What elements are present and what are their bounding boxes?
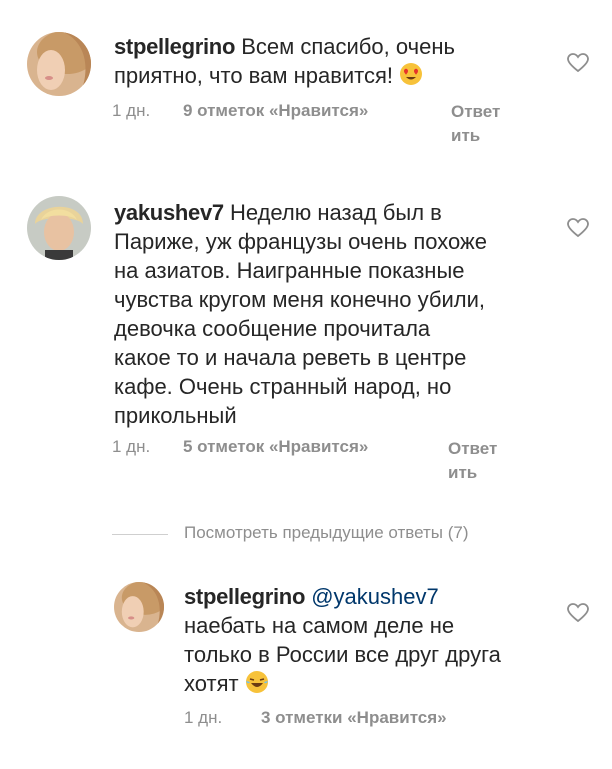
comment-meta: 1 дн. 9 отметок «Нравится» bbox=[112, 101, 368, 121]
reply-button[interactable]: Ответ ить bbox=[448, 437, 518, 485]
likes-count[interactable]: 5 отметок «Нравится» bbox=[183, 437, 368, 456]
comment-line: Всем спасибо, очень bbox=[241, 34, 455, 59]
comment-line: только в России все друг друга bbox=[184, 642, 501, 667]
laughing-tears-emoji bbox=[245, 670, 269, 701]
comment-line: Неделю назад был в bbox=[229, 200, 442, 225]
like-heart-icon[interactable] bbox=[567, 53, 589, 73]
comment-line: наебать на самом деле не bbox=[184, 613, 455, 638]
comment-text: stpellegrino Всем спасибо, очень приятно… bbox=[114, 32, 534, 93]
view-previous-replies-button[interactable]: Посмотреть предыдущие ответы (7) bbox=[184, 523, 469, 543]
reply-stpellegrino: stpellegrino @yakushev7 наебать на самом… bbox=[0, 570, 612, 769]
username[interactable]: yakushev7 bbox=[114, 200, 224, 225]
reply-meta: 1 дн. 3 отметки «Нравится» bbox=[184, 708, 447, 728]
reply-button[interactable]: Ответ ить bbox=[451, 100, 521, 148]
heart-eyes-emoji bbox=[399, 62, 423, 93]
comment-stpellegrino: stpellegrino Всем спасибо, очень приятно… bbox=[0, 0, 612, 170]
avatar[interactable] bbox=[27, 32, 91, 96]
mention-link[interactable]: @yakushev7 bbox=[311, 584, 439, 609]
comment-line: приятно, что вам нравится! bbox=[114, 63, 394, 88]
username[interactable]: stpellegrino bbox=[114, 34, 235, 59]
comment-line: на азиатов. Наигранные показные bbox=[114, 258, 465, 283]
comment-line: хотят bbox=[184, 671, 239, 696]
likes-count[interactable]: 9 отметок «Нравится» bbox=[183, 101, 368, 120]
comment-line: какое то и начала реветь в центре bbox=[114, 345, 467, 370]
timestamp: 1 дн. bbox=[184, 708, 223, 727]
comment-line: прикольный bbox=[114, 403, 237, 428]
reply-text: stpellegrino @yakushev7 наебать на самом… bbox=[184, 582, 564, 701]
comment-meta: 1 дн. 5 отметок «Нравится» bbox=[112, 437, 368, 457]
avatar[interactable] bbox=[27, 196, 91, 260]
comment-line: чувства кругом меня конечно убили, bbox=[114, 287, 486, 312]
like-heart-icon[interactable] bbox=[567, 218, 589, 238]
comment-line: девочка сообщение прочитала bbox=[114, 316, 431, 341]
timestamp: 1 дн. bbox=[112, 101, 151, 120]
comment-text: yakushev7 Неделю назад был в Париже, уж … bbox=[114, 198, 554, 430]
avatar[interactable] bbox=[114, 582, 164, 632]
timestamp: 1 дн. bbox=[112, 437, 151, 456]
like-heart-icon[interactable] bbox=[567, 603, 589, 623]
comment-yakushev7: yakushev7 Неделю назад был в Париже, уж … bbox=[0, 170, 612, 490]
comment-line: Париже, уж французы очень похоже bbox=[114, 229, 487, 254]
comment-line: кафе. Очень странный народ, но bbox=[114, 374, 452, 399]
username[interactable]: stpellegrino bbox=[184, 584, 305, 609]
likes-count[interactable]: 3 отметки «Нравится» bbox=[261, 708, 447, 727]
replies-divider bbox=[112, 534, 168, 535]
